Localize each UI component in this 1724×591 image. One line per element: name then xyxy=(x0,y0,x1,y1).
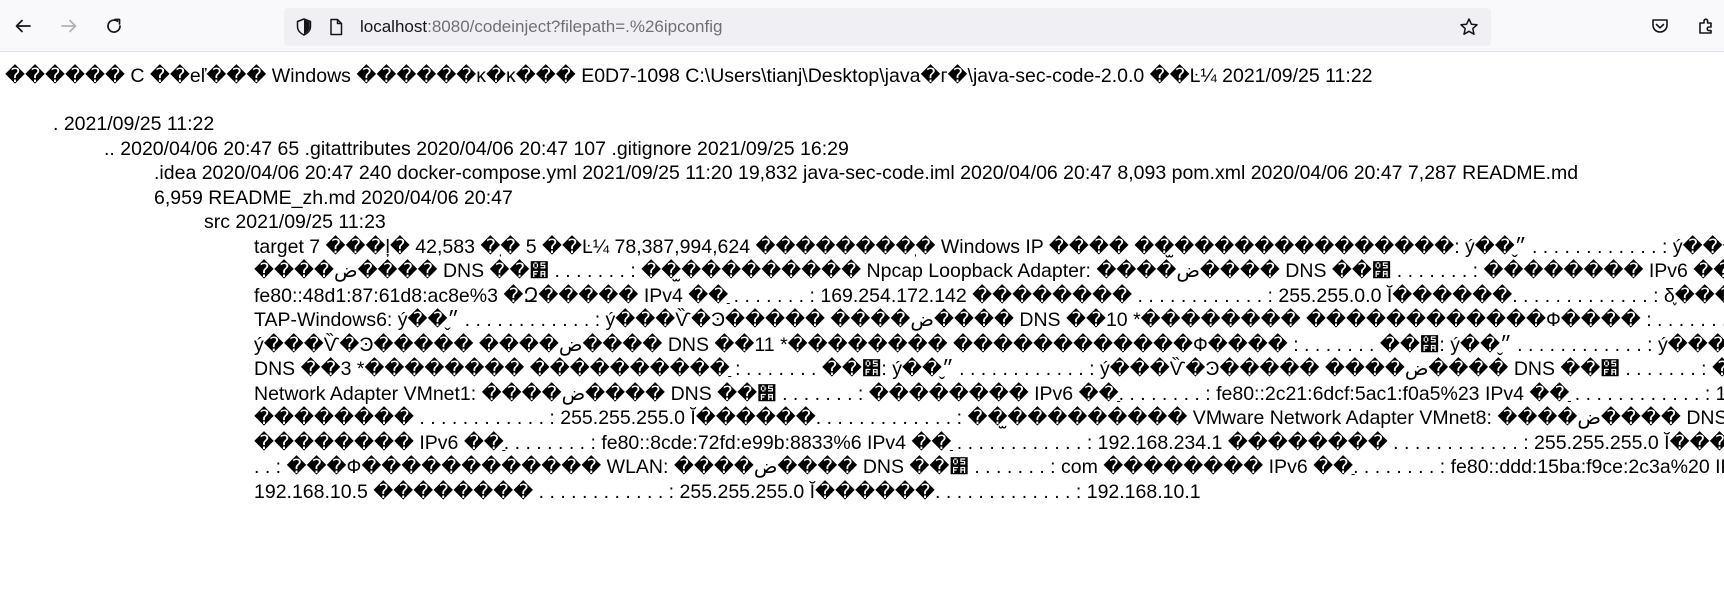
extensions-icon xyxy=(1699,18,1712,34)
output-line: .. 2020/04/06 20:47 65 .gitattributes 20… xyxy=(104,138,849,160)
output-line: �������� . . . . . . . . . . . . : 255.2… xyxy=(254,407,1724,429)
output-line: src 2021/09/25 11:23 xyxy=(204,211,386,233)
output-line: . 2021/09/25 11:22 xyxy=(53,113,215,135)
browser-toolbar: localhost:8080/codeinject?filepath=.%26i… xyxy=(0,0,1724,52)
back-button[interactable] xyxy=(5,8,41,44)
output-line: TAP-Windows6: ý��״̬ . . . . . . . . . . … xyxy=(254,309,1724,331)
output-line: fe80::48d1:87:61d8:ac8e%3 �Զ����� IPv4 �… xyxy=(254,285,1724,307)
pocket-icon xyxy=(1652,19,1668,33)
output-line: DNS ��3 *�������� ����������ַ : . . . . … xyxy=(254,358,1724,380)
page-content: ������ C ��еľ��� Windows ������ĸ�κ��� E0… xyxy=(0,52,1724,591)
arrow-left-icon xyxy=(15,19,31,33)
forward-button[interactable] xyxy=(51,8,87,44)
pocket-button[interactable] xyxy=(1642,8,1678,44)
address-bar[interactable]: localhost:8080/codeinject?filepath=.%26i… xyxy=(284,8,1491,46)
output-line: target 7 ���ļ� 42,583 �ֽ� 5 ��Ŀ¼ 78,387,… xyxy=(254,236,1724,258)
star-icon[interactable] xyxy=(1459,17,1479,37)
output-line: 6,959 README_zh.md 2020/04/06 20:47 xyxy=(154,187,513,209)
url-path: :8080/codeinject?filepath=.%26ipconfig xyxy=(427,17,723,36)
output-line: . . : ���Ф������������ WLAN: ����ض���� D… xyxy=(254,456,1724,478)
output-line: �������� IPv6 ��ַ. . . . . . . . : fe80:… xyxy=(254,432,1724,454)
arrow-right-icon xyxy=(61,19,77,33)
url-host: localhost xyxy=(360,17,428,36)
shield-icon[interactable] xyxy=(294,17,314,37)
output-line: Network Adapter VMnet1: ����ض���� DNS ��… xyxy=(254,383,1724,405)
url-text[interactable]: localhost:8080/codeinject?filepath=.%26i… xyxy=(360,17,722,37)
extensions-button[interactable] xyxy=(1688,8,1724,44)
output-line: ����ض���� DNS ��׺ . . . . . . . : ��̫���… xyxy=(254,260,1724,282)
output-line: 192.168.10.5 �������� . . . . . . . . . … xyxy=(254,481,1201,503)
page-icon[interactable] xyxy=(326,17,346,37)
reload-button[interactable] xyxy=(96,8,132,44)
output-line: .idea 2020/04/06 20:47 240 docker-compos… xyxy=(154,162,1579,184)
output-line: ý���Ѷ�Ͽ����� ����ض���� DNS ��11 *�������… xyxy=(254,334,1724,356)
reload-icon xyxy=(107,18,121,33)
output-line: ������ C ��еľ��� Windows ������ĸ�κ��� E0… xyxy=(5,65,1373,87)
